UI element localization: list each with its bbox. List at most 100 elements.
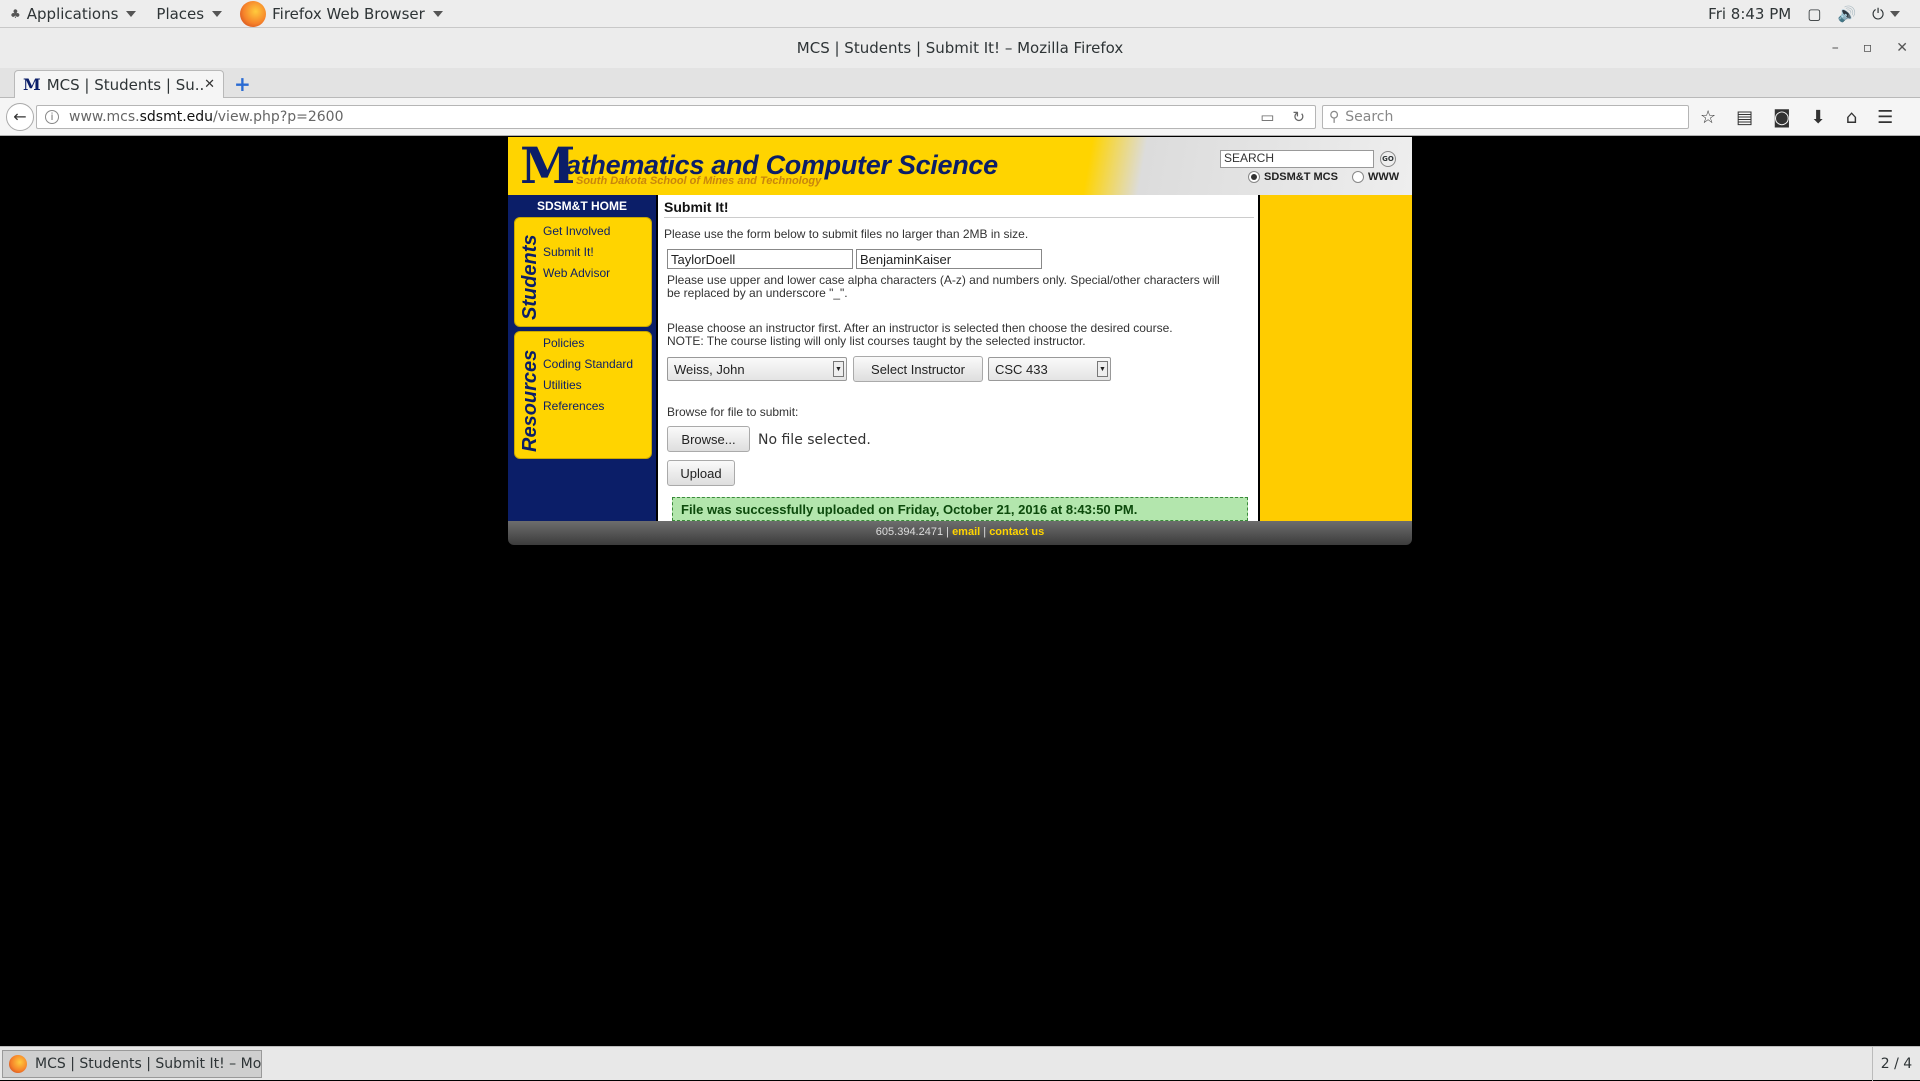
- radio-sdsmt-mcs[interactable]: [1248, 171, 1260, 183]
- close-icon[interactable]: ✕: [1896, 40, 1908, 56]
- navigation-toolbar: ← i www.mcs. sdsmt.edu/view.php?p=2600 ▭ …: [0, 98, 1920, 136]
- site-logo-subtitle: South Dakota School of Mines and Technol…: [576, 175, 822, 187]
- intro-text: Please use the form below to submit file…: [664, 227, 1029, 241]
- site-search-go-button[interactable]: GO: [1380, 151, 1396, 167]
- url-domain: sdsmt.edu: [139, 109, 214, 125]
- students-heading: Students: [519, 234, 541, 320]
- footer-contact-link[interactable]: contact us: [989, 526, 1044, 538]
- reload-icon[interactable]: ↻: [1292, 108, 1305, 126]
- clock[interactable]: Fri 8:43 PM: [1708, 5, 1791, 23]
- naming-note-line2: be replaced by an underscore "_".: [667, 286, 848, 300]
- course-select[interactable]: CSC 433 ▼: [988, 357, 1111, 381]
- students-nav-box: Students Get Involved Submit It! Web Adv…: [514, 217, 652, 327]
- student-name-field-1[interactable]: TaylorDoell: [667, 249, 853, 269]
- student-name-field-2[interactable]: BenjaminKaiser: [856, 249, 1042, 269]
- power-icon[interactable]: ⏻: [1872, 5, 1884, 23]
- search-box[interactable]: ⚲ Search: [1322, 105, 1689, 129]
- chevron-down-icon[interactable]: [1890, 10, 1900, 17]
- tab-strip: M MCS | Students | Su... ✕ +: [0, 68, 1920, 98]
- footer-separator: |: [983, 526, 987, 538]
- taskbar-item-label: MCS | Students | Submit It! – Moz...: [35, 1056, 262, 1072]
- volume-icon[interactable]: 🔊: [1837, 5, 1856, 23]
- menu-hamburger-icon[interactable]: ☰: [1877, 107, 1893, 128]
- nav-policies[interactable]: Policies: [543, 336, 584, 350]
- minimize-icon[interactable]: –: [1832, 40, 1839, 56]
- site-search-input[interactable]: SEARCH: [1220, 150, 1374, 168]
- sdsmt-home-link[interactable]: SDSM&T HOME: [508, 199, 656, 213]
- instructor-selected-value: Weiss, John: [674, 361, 745, 377]
- course-selected-value: CSC 433: [995, 361, 1048, 377]
- search-scope-radios: SDSM&T MCS WWW: [1248, 171, 1399, 183]
- footer-phone: 605.394.2471 |: [875, 526, 949, 538]
- nav-coding-standard[interactable]: Coding Standard: [543, 357, 633, 371]
- page-title: Submit It!: [664, 199, 1254, 218]
- left-sidebar: SDSM&T HOME Students Get Involved Submit…: [508, 195, 656, 521]
- radio-www[interactable]: [1351, 171, 1364, 183]
- site-footer: 605.394.2471 | email | contact us: [508, 521, 1412, 545]
- search-placeholder: Search: [1345, 109, 1394, 125]
- places-label: Places: [156, 4, 205, 23]
- window-icon[interactable]: ▢: [1807, 5, 1821, 23]
- maximize-icon[interactable]: ▫: [1863, 40, 1873, 56]
- radio-sdsmt-mcs-label: SDSM&T MCS: [1264, 171, 1338, 183]
- dropdown-arrow-icon: ▼: [1097, 361, 1108, 377]
- footer-email-link[interactable]: email: [952, 526, 980, 538]
- chevron-down-icon: [126, 10, 137, 17]
- nav-references[interactable]: References: [543, 399, 604, 413]
- site-info-icon[interactable]: i: [45, 110, 59, 124]
- main-content: Submit It! Please use the form below to …: [658, 195, 1258, 521]
- gnome-top-bar: ♣ Applications Places Firefox Web Browse…: [0, 0, 1920, 28]
- gnome-foot-icon: ♣: [10, 6, 21, 21]
- browse-button[interactable]: Browse...: [667, 426, 750, 452]
- instructor-note-line2: NOTE: The course listing will only list …: [667, 334, 1086, 348]
- naming-note-line1: Please use upper and lower case alpha ch…: [667, 273, 1220, 287]
- resources-nav-box: Resources Policies Coding Standard Utili…: [514, 331, 652, 459]
- window-titlebar: MCS | Students | Submit It! – Mozilla Fi…: [0, 28, 1920, 68]
- tab-submit-it[interactable]: M MCS | Students | Su... ✕: [14, 70, 224, 98]
- workspace-pager[interactable]: 2 / 4: [1872, 1047, 1920, 1081]
- window-title: MCS | Students | Submit It! – Mozilla Fi…: [796, 39, 1124, 57]
- instructor-select[interactable]: Weiss, John ▼: [667, 357, 847, 381]
- upload-success-message: File was successfully uploaded on Friday…: [672, 497, 1248, 521]
- bookmarks-list-icon[interactable]: ▤: [1736, 107, 1753, 128]
- dropdown-arrow-icon: ▼: [833, 361, 844, 377]
- home-icon[interactable]: ⌂: [1846, 107, 1857, 128]
- firefox-icon: [240, 0, 267, 27]
- url-path: /view.php?p=2600: [213, 109, 344, 125]
- site-header: M athematics and Computer Science South …: [508, 137, 1412, 195]
- app-menu-firefox[interactable]: Firefox Web Browser: [232, 0, 453, 28]
- nav-submit-it[interactable]: Submit It!: [543, 245, 594, 259]
- taskbar-firefox-window[interactable]: MCS | Students | Submit It! – Moz...: [2, 1050, 262, 1078]
- upload-button[interactable]: Upload: [667, 460, 735, 486]
- instructor-note-line1: Please choose an instructor first. After…: [667, 321, 1173, 335]
- right-sidebar: [1260, 195, 1412, 521]
- bottom-taskbar: MCS | Students | Submit It! – Moz... 2 /…: [0, 1046, 1920, 1081]
- bookmark-star-icon[interactable]: ☆: [1700, 107, 1716, 128]
- download-icon[interactable]: ⬇: [1811, 107, 1826, 128]
- app-menu-label: Firefox Web Browser: [272, 4, 425, 23]
- chevron-down-icon: [212, 10, 223, 17]
- web-page: M athematics and Computer Science South …: [508, 137, 1412, 549]
- url-prefix: www.mcs.: [69, 109, 140, 125]
- chevron-down-icon: [432, 10, 443, 17]
- back-button[interactable]: ←: [6, 102, 34, 131]
- browse-label: Browse for file to submit:: [667, 405, 799, 419]
- applications-label: Applications: [26, 4, 119, 23]
- favicon-icon: M: [23, 75, 41, 94]
- applications-menu[interactable]: ♣ Applications: [0, 0, 146, 28]
- select-instructor-button[interactable]: Select Instructor: [853, 356, 983, 382]
- new-tab-icon[interactable]: +: [234, 72, 251, 96]
- url-bar[interactable]: i www.mcs. sdsmt.edu/view.php?p=2600 ▭ ↻: [36, 105, 1316, 129]
- search-icon: ⚲: [1329, 109, 1340, 125]
- nav-web-advisor[interactable]: Web Advisor: [543, 266, 610, 280]
- firefox-icon: [9, 1055, 27, 1073]
- pocket-icon[interactable]: ◙: [1773, 107, 1790, 128]
- close-tab-icon[interactable]: ✕: [204, 77, 215, 92]
- back-arrow-icon: ←: [13, 107, 27, 126]
- resources-heading: Resources: [519, 349, 541, 452]
- nav-get-involved[interactable]: Get Involved: [543, 224, 610, 238]
- tab-title: MCS | Students | Su...: [46, 75, 205, 94]
- places-menu[interactable]: Places: [146, 0, 232, 28]
- reader-view-icon[interactable]: ▭: [1260, 108, 1274, 126]
- nav-utilities[interactable]: Utilities: [543, 378, 582, 392]
